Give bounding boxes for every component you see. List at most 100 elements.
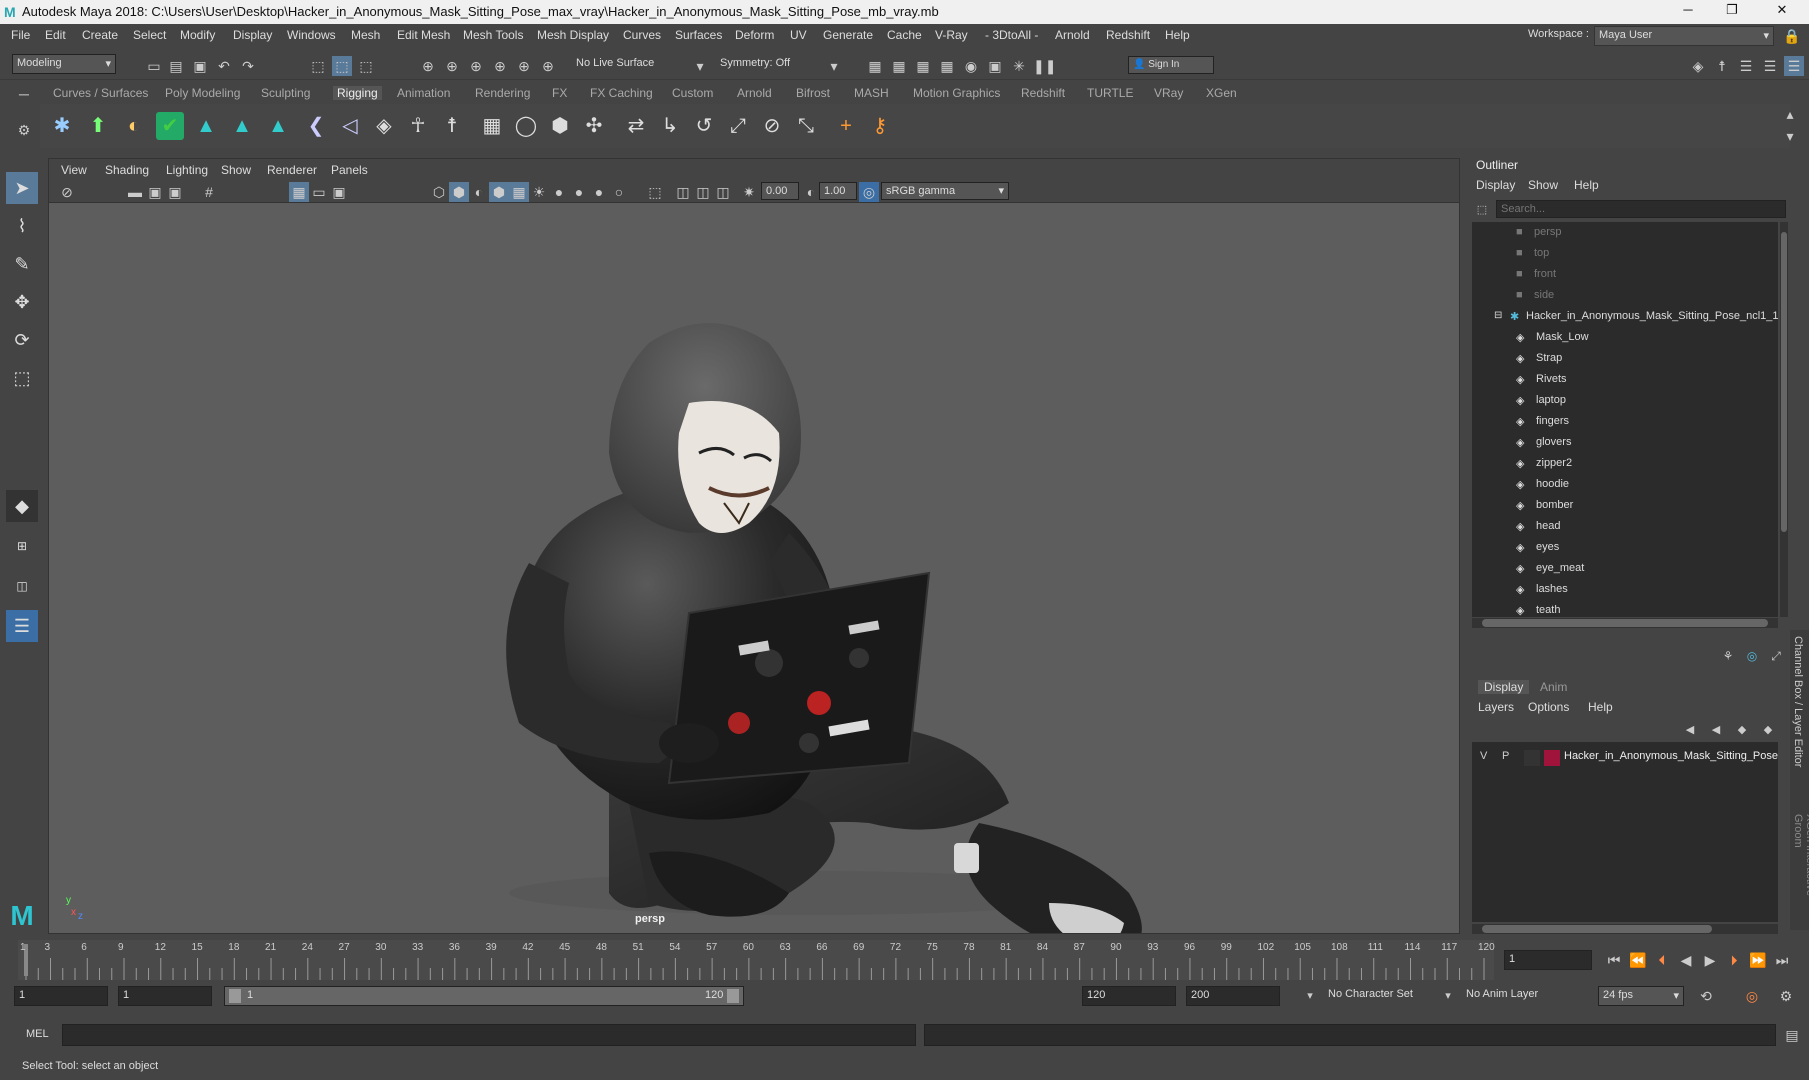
gamma-field[interactable]: 1.00 [819, 182, 857, 200]
refresh-icon[interactable]: ◎ [1742, 646, 1762, 666]
close-button[interactable]: ✕ [1762, 2, 1802, 22]
anim-start-field[interactable]: 1 [14, 986, 108, 1006]
wireframe-on-shaded-icon[interactable]: ◐ [469, 182, 489, 202]
chevron-down-icon[interactable]: ▾ [824, 56, 844, 76]
mel-command-input[interactable] [62, 1024, 916, 1046]
tab-curves-surfaces[interactable]: Curves / Surfaces [53, 86, 148, 100]
outliner-item-top[interactable]: ■ top [1472, 247, 1778, 268]
move-layer-down-icon[interactable]: ◀ [1706, 720, 1726, 740]
tab-fx[interactable]: FX [552, 86, 567, 100]
channel-box-icon[interactable]: ⚘ [1718, 646, 1738, 666]
select-object-icon[interactable]: ⬚ [332, 56, 352, 76]
menu-cache[interactable]: Cache [887, 28, 922, 42]
snap-grid-icon[interactable]: ⊕ [418, 56, 438, 76]
outliner-item-strap[interactable]: ◈ Strap [1472, 352, 1778, 373]
chevron-down-icon[interactable]: ▾ [690, 56, 710, 76]
ik-handle-icon[interactable]: ❮ [302, 112, 330, 140]
lock-icon[interactable]: 🔒 [1782, 26, 1802, 46]
auto-key-icon[interactable]: ◎ [1742, 986, 1762, 1006]
isolate-select-icon[interactable]: ⬚ [645, 182, 665, 202]
time-slider[interactable]: 1 3 6 9 12 15 18 21 24 27 30 33 36 39 42 45 48 51 54 57 60 63… [18, 940, 1495, 980]
menu-mesh-display[interactable]: Mesh Display [537, 28, 609, 42]
hik-icon[interactable]: ▲ [192, 112, 220, 140]
viewport-panel[interactable]: View Shading Lighting Show Renderer Pane… [48, 158, 1460, 934]
ik-spline-icon[interactable]: ◁ [336, 112, 364, 140]
menu-edit-mesh[interactable]: Edit Mesh [397, 28, 450, 42]
new-scene-icon[interactable]: ▭ [144, 56, 164, 76]
layer-color-swatch[interactable] [1544, 750, 1560, 766]
outliner-item-fingers[interactable]: ◈ fingers [1472, 415, 1778, 436]
rotate-tool-icon[interactable]: ⟳ [6, 324, 38, 356]
snap-curve-icon[interactable]: ⊕ [442, 56, 462, 76]
cluster-icon[interactable]: ✣ [580, 112, 608, 140]
outliner-item-zipper2[interactable]: ◈ zipper2 [1472, 457, 1778, 478]
outliner-h-scrollbar[interactable] [1472, 618, 1778, 628]
layer-menu-layers[interactable]: Layers [1478, 700, 1514, 714]
outliner-v-scrollbar[interactable] [1780, 222, 1788, 617]
tab-motion-graphics[interactable]: Motion Graphics [913, 86, 1000, 100]
vp-menu-panels[interactable]: Panels [331, 163, 368, 177]
outliner-item-head[interactable]: ◈ head [1472, 520, 1778, 541]
ipr-render-icon[interactable]: ▦ [913, 56, 933, 76]
motion-blur-icon[interactable]: ● [569, 182, 589, 202]
collapse-icon[interactable]: ⊟ [1494, 310, 1502, 321]
menu-file[interactable]: File [11, 28, 30, 42]
play-forward-icon[interactable]: ▶ [1700, 950, 1720, 970]
tab-redshift[interactable]: Redshift [1021, 86, 1065, 100]
chevron-down-icon[interactable]: ▾ [1438, 986, 1458, 1006]
colorspace-select[interactable]: sRGB gamma ▾ [881, 182, 1009, 200]
step-forward-frame-icon[interactable]: ⏵ [1724, 950, 1744, 970]
snap-view-icon[interactable]: ⊕ [490, 56, 510, 76]
outliner-search-input[interactable] [1496, 200, 1786, 218]
scrollbar-thumb[interactable] [1482, 619, 1768, 627]
outliner-item-front[interactable]: ■ front [1472, 268, 1778, 289]
snap-surface-icon[interactable]: ⊕ [514, 56, 534, 76]
channel-box-icon[interactable]: ☰ [1784, 56, 1804, 76]
new-layer-icon[interactable]: ◆ [1732, 720, 1752, 740]
minimize-button[interactable]: ─ [1668, 2, 1708, 22]
redo-icon[interactable]: ↷ [238, 56, 258, 76]
move-tool-icon[interactable]: ✥ [6, 286, 38, 318]
render-frame-icon[interactable]: ▦ [865, 56, 885, 76]
anim-end-field[interactable]: 200 [1186, 986, 1280, 1006]
tab-mash[interactable]: MASH [854, 86, 889, 100]
scrollbar-thumb[interactable] [1482, 925, 1712, 933]
camera-select-icon[interactable]: ⊘ [57, 182, 77, 202]
step-back-frame-icon[interactable]: ⏴ [1652, 950, 1672, 970]
step-forward-key-icon[interactable]: ⏩ [1748, 950, 1768, 970]
render-sequence-icon[interactable]: ▦ [889, 56, 909, 76]
select-tool-icon[interactable]: ➤ [6, 172, 38, 204]
layer-row[interactable]: V P Hacker_in_Anonymous_Mask_Sitting_Pos… [1472, 748, 1778, 768]
vp-menu-renderer[interactable]: Renderer [267, 163, 317, 177]
range-start-handle[interactable] [229, 989, 241, 1003]
orient-joint-icon[interactable]: ✔ [156, 112, 184, 140]
hik-control-icon[interactable]: ▲ [264, 112, 292, 140]
scale-tool-icon[interactable]: ⬚ [6, 362, 38, 394]
human-ik-icon[interactable]: ☨ [1712, 56, 1732, 76]
go-to-end-icon[interactable]: ⏭ [1772, 950, 1792, 970]
anim-layer-select[interactable]: No Anim Layer [1462, 986, 1572, 1006]
range-end-handle[interactable] [727, 989, 739, 1003]
bookmark-icon[interactable]: ▣ [165, 182, 185, 202]
scrollbar-thumb[interactable] [1781, 232, 1787, 532]
symmetry-field[interactable]: Symmetry: Off [716, 55, 816, 75]
render-view-icon[interactable]: ▣ [985, 56, 1005, 76]
sign-in-button[interactable]: 👤 Sign In [1128, 56, 1214, 74]
pause-icon[interactable]: ❚❚ [1033, 56, 1056, 76]
channel-box-side-tab[interactable]: Channel Box / Layer Editor [1792, 636, 1804, 767]
menu-generate[interactable]: Generate [823, 28, 873, 42]
outliner-item-rivets[interactable]: ◈ Rivets [1472, 373, 1778, 394]
shelf-scroll-down-icon[interactable]: ▾ [1780, 126, 1800, 146]
wireframe-icon[interactable]: ⬡ [429, 182, 449, 202]
select-hierarchy-icon[interactable]: ⬚ [308, 56, 328, 76]
dof-icon[interactable]: ○ [609, 182, 629, 202]
menu-help[interactable]: Help [1165, 28, 1190, 42]
outliner-item-side[interactable]: ■ side [1472, 289, 1778, 310]
edit-icon[interactable]: ⤢ [1766, 646, 1786, 666]
four-view-icon[interactable]: ⊞ [6, 530, 38, 562]
menu-3dtoall[interactable]: - 3DtoAll - [985, 28, 1038, 42]
vp-menu-view[interactable]: View [61, 163, 87, 177]
outliner-filter-icon[interactable]: ⬚ [1472, 200, 1492, 220]
xray-joints-icon[interactable]: ◫ [693, 182, 713, 202]
menu-vray[interactable]: V-Ray [935, 28, 968, 42]
